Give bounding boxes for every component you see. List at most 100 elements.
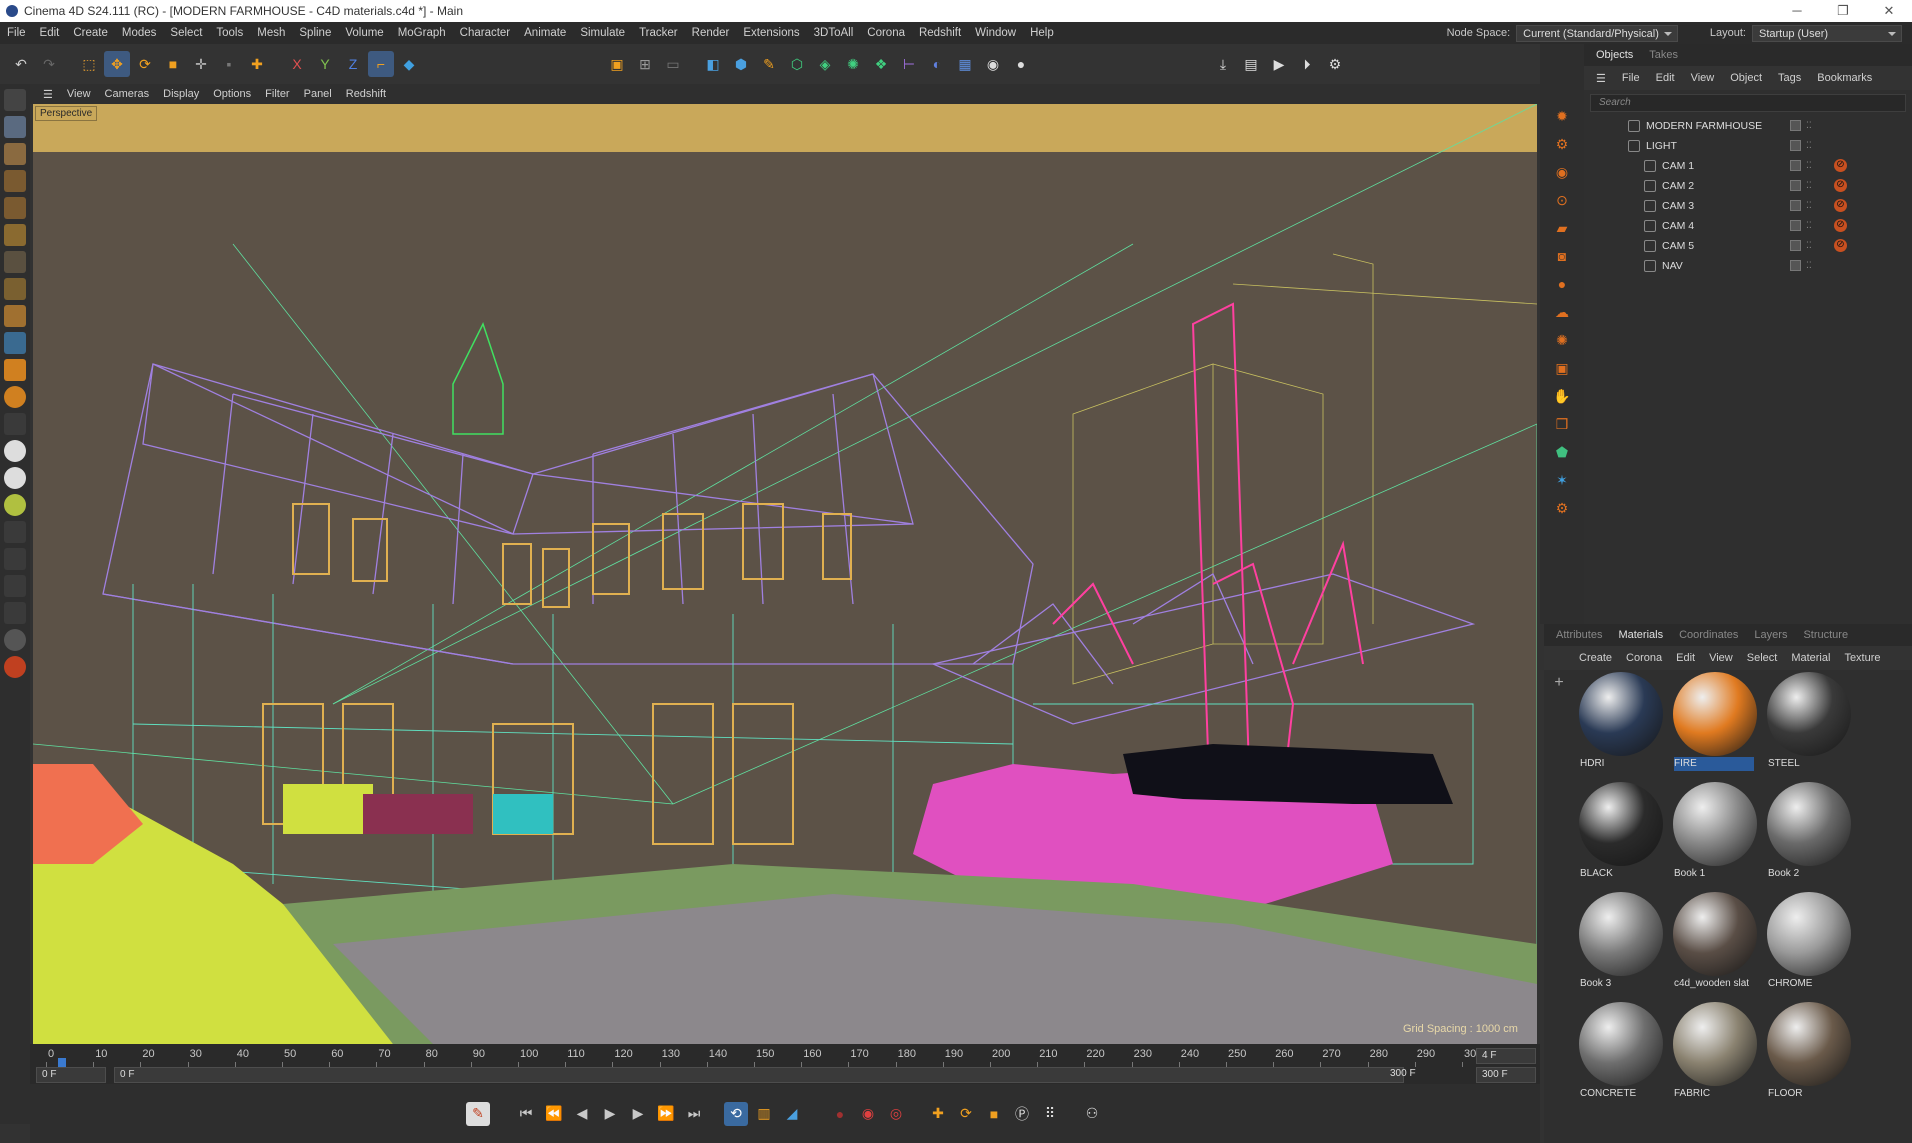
viewport-menu-display[interactable]: Display <box>156 88 206 100</box>
undo-icon[interactable]: ↶ <box>8 51 34 77</box>
object-menu-hamburger-icon[interactable]: ☰ <box>1588 72 1614 85</box>
range-min-field[interactable]: 0 F <box>114 1067 1404 1083</box>
param-key-icon[interactable]: Ⓟ <box>1010 1102 1034 1126</box>
material-menu-material[interactable]: Material <box>1784 652 1837 664</box>
material-swatch[interactable]: Book 3 <box>1574 892 1668 989</box>
menu-tools[interactable]: Tools <box>209 22 250 44</box>
menu-edit[interactable]: Edit <box>33 22 67 44</box>
layout-dropdown[interactable]: Startup (User) <box>1752 24 1902 42</box>
menu-select[interactable]: Select <box>163 22 209 44</box>
floor-object-icon[interactable]: ▦ <box>952 51 978 77</box>
protection-tag-icon[interactable]: ⊘ <box>1834 179 1847 192</box>
scheme-icon[interactable]: ⚇ <box>1080 1102 1104 1126</box>
material-swatch[interactable]: c4d_wooden slat <box>1668 892 1762 989</box>
object-row[interactable]: CAM 2 ⁚⁚ ⊘ <box>1584 176 1912 196</box>
material-swatch[interactable]: Book 2 <box>1762 782 1856 879</box>
z-axis-lock-icon[interactable]: Z <box>340 51 366 77</box>
material-swatch[interactable]: FLOOR <box>1762 1002 1856 1099</box>
scripts-icon[interactable] <box>4 386 26 408</box>
go-to-start-icon[interactable]: ⏮ <box>514 1102 538 1126</box>
viewport-menu-view[interactable]: View <box>60 88 98 100</box>
visibility-checkbox[interactable] <box>1790 120 1801 131</box>
material-menu-view[interactable]: View <box>1702 652 1740 664</box>
frame-icon[interactable]: ▣ <box>1548 356 1576 380</box>
layer-dots-icon[interactable]: ⁚⁚ <box>1806 120 1818 132</box>
rotation-key-icon[interactable]: ⟳ <box>954 1102 978 1126</box>
converter-icon[interactable]: ⚙ <box>1548 496 1576 520</box>
polygons-mode-icon[interactable] <box>4 224 26 246</box>
cinematic-icon[interactable]: ◉ <box>1548 160 1576 184</box>
menu-mesh[interactable]: Mesh <box>250 22 292 44</box>
mograph-cloner-icon[interactable]: ✺ <box>840 51 866 77</box>
viewport-menu-filter[interactable]: Filter <box>258 88 296 100</box>
light-icon[interactable]: ● <box>1008 51 1034 77</box>
restore-icon[interactable]: ❐ <box>1820 0 1866 22</box>
y-axis-lock-icon[interactable]: Y <box>312 51 338 77</box>
render-settings-icon[interactable]: ✹ <box>1548 104 1576 128</box>
visibility-checkbox[interactable] <box>1790 160 1801 171</box>
protection-tag-icon[interactable]: ⊘ <box>1834 239 1847 252</box>
layer-dots-icon[interactable]: ⁚⁚ <box>1806 200 1818 212</box>
uvw-mode-icon[interactable] <box>4 251 26 273</box>
render-active-view-icon[interactable]: ▶ <box>1266 51 1292 77</box>
timeline-ruler[interactable]: 0 10 20 30 40 50 60 70 80 90 100 110 120 130 140 150 160… <box>40 1046 1480 1067</box>
visibility-checkbox[interactable] <box>1790 240 1801 251</box>
object-menu-tags[interactable]: Tags <box>1770 72 1809 84</box>
snap-icon[interactable] <box>4 305 26 327</box>
visibility-checkbox[interactable] <box>1790 260 1801 271</box>
tab-objects[interactable]: Objects <box>1588 44 1641 66</box>
spiral-icon[interactable] <box>4 440 26 462</box>
hand-icon[interactable]: ✋ <box>1548 384 1576 408</box>
object-row[interactable]: CAM 1 ⁚⁚ ⊘ <box>1584 156 1912 176</box>
protection-tag-icon[interactable]: ⊘ <box>1834 219 1847 232</box>
go-to-end-icon[interactable]: ⏭ <box>682 1102 706 1126</box>
object-row[interactable]: CAM 5 ⁚⁚ ⊘ <box>1584 236 1912 256</box>
lock-icon[interactable] <box>4 413 26 435</box>
viewport-menu-cameras[interactable]: Cameras <box>98 88 157 100</box>
object-row[interactable]: CAM 4 ⁚⁚ ⊘ <box>1584 216 1912 236</box>
material-swatch[interactable]: CHROME <box>1762 892 1856 989</box>
preferences-icon[interactable]: ⚙ <box>1548 132 1576 156</box>
menu-spline[interactable]: Spline <box>292 22 338 44</box>
pla-key-icon[interactable]: ⠿ <box>1038 1102 1062 1126</box>
redo-icon[interactable]: ↷ <box>36 51 62 77</box>
viewport-menu-options[interactable]: Options <box>206 88 258 100</box>
render-region-icon[interactable]: ▣ <box>604 51 630 77</box>
protection-tag-icon[interactable]: ⊘ <box>1834 199 1847 212</box>
redshift-icon[interactable] <box>4 629 26 651</box>
sound-icon[interactable]: ◢ <box>780 1102 804 1126</box>
subdivision-icon[interactable]: ⬡ <box>784 51 810 77</box>
material-swatch[interactable]: STEEL <box>1762 672 1856 769</box>
visibility-checkbox[interactable] <box>1790 220 1801 231</box>
texture-mode-icon[interactable] <box>4 143 26 165</box>
import-icon[interactable]: ⤓ <box>1210 51 1236 77</box>
object-mode-icon[interactable] <box>4 116 26 138</box>
object-row[interactable]: MODERN FARMHOUSE ⁚⁚ <box>1584 116 1912 136</box>
menu-modes[interactable]: Modes <box>115 22 164 44</box>
object-menu-view[interactable]: View <box>1683 72 1723 84</box>
previous-frame-icon[interactable]: ◀ <box>570 1102 594 1126</box>
picture-viewer-icon[interactable]: ▤ <box>1238 51 1264 77</box>
rotate-tool-icon[interactable]: ⟳ <box>132 51 158 77</box>
picture-viewer-panel-icon[interactable]: ⊙ <box>1548 188 1576 212</box>
menu-corona[interactable]: Corona <box>860 22 912 44</box>
multipass-icon[interactable]: ❒ <box>1548 412 1576 436</box>
world-coordinate-icon[interactable]: ⌐ <box>368 51 394 77</box>
menu-animate[interactable]: Animate <box>517 22 573 44</box>
camera-tool-icon[interactable]: ◙ <box>1548 244 1576 268</box>
menu-extensions[interactable]: Extensions <box>736 22 806 44</box>
render-settings-gear-icon[interactable]: ⚙ <box>1322 51 1348 77</box>
menu-create[interactable]: Create <box>66 22 115 44</box>
menu-help[interactable]: Help <box>1023 22 1061 44</box>
protection-tag-icon[interactable]: ⊘ <box>1834 159 1847 172</box>
tab-takes[interactable]: Takes <box>1641 44 1686 66</box>
object-menu-object[interactable]: Object <box>1722 72 1770 84</box>
timeline[interactable]: 0 10 20 30 40 50 60 70 80 90 100 110 120 130 140 150 160… <box>30 1044 1540 1084</box>
light-bulb-icon[interactable]: ● <box>1548 272 1576 296</box>
render-to-picture-viewer-icon[interactable]: ⏵ <box>1294 51 1320 77</box>
material-menu-texture[interactable]: Texture <box>1837 652 1887 664</box>
menu-character[interactable]: Character <box>453 22 518 44</box>
edges-mode-icon[interactable] <box>4 197 26 219</box>
tab-layers[interactable]: Layers <box>1746 624 1795 646</box>
menu-render[interactable]: Render <box>685 22 737 44</box>
